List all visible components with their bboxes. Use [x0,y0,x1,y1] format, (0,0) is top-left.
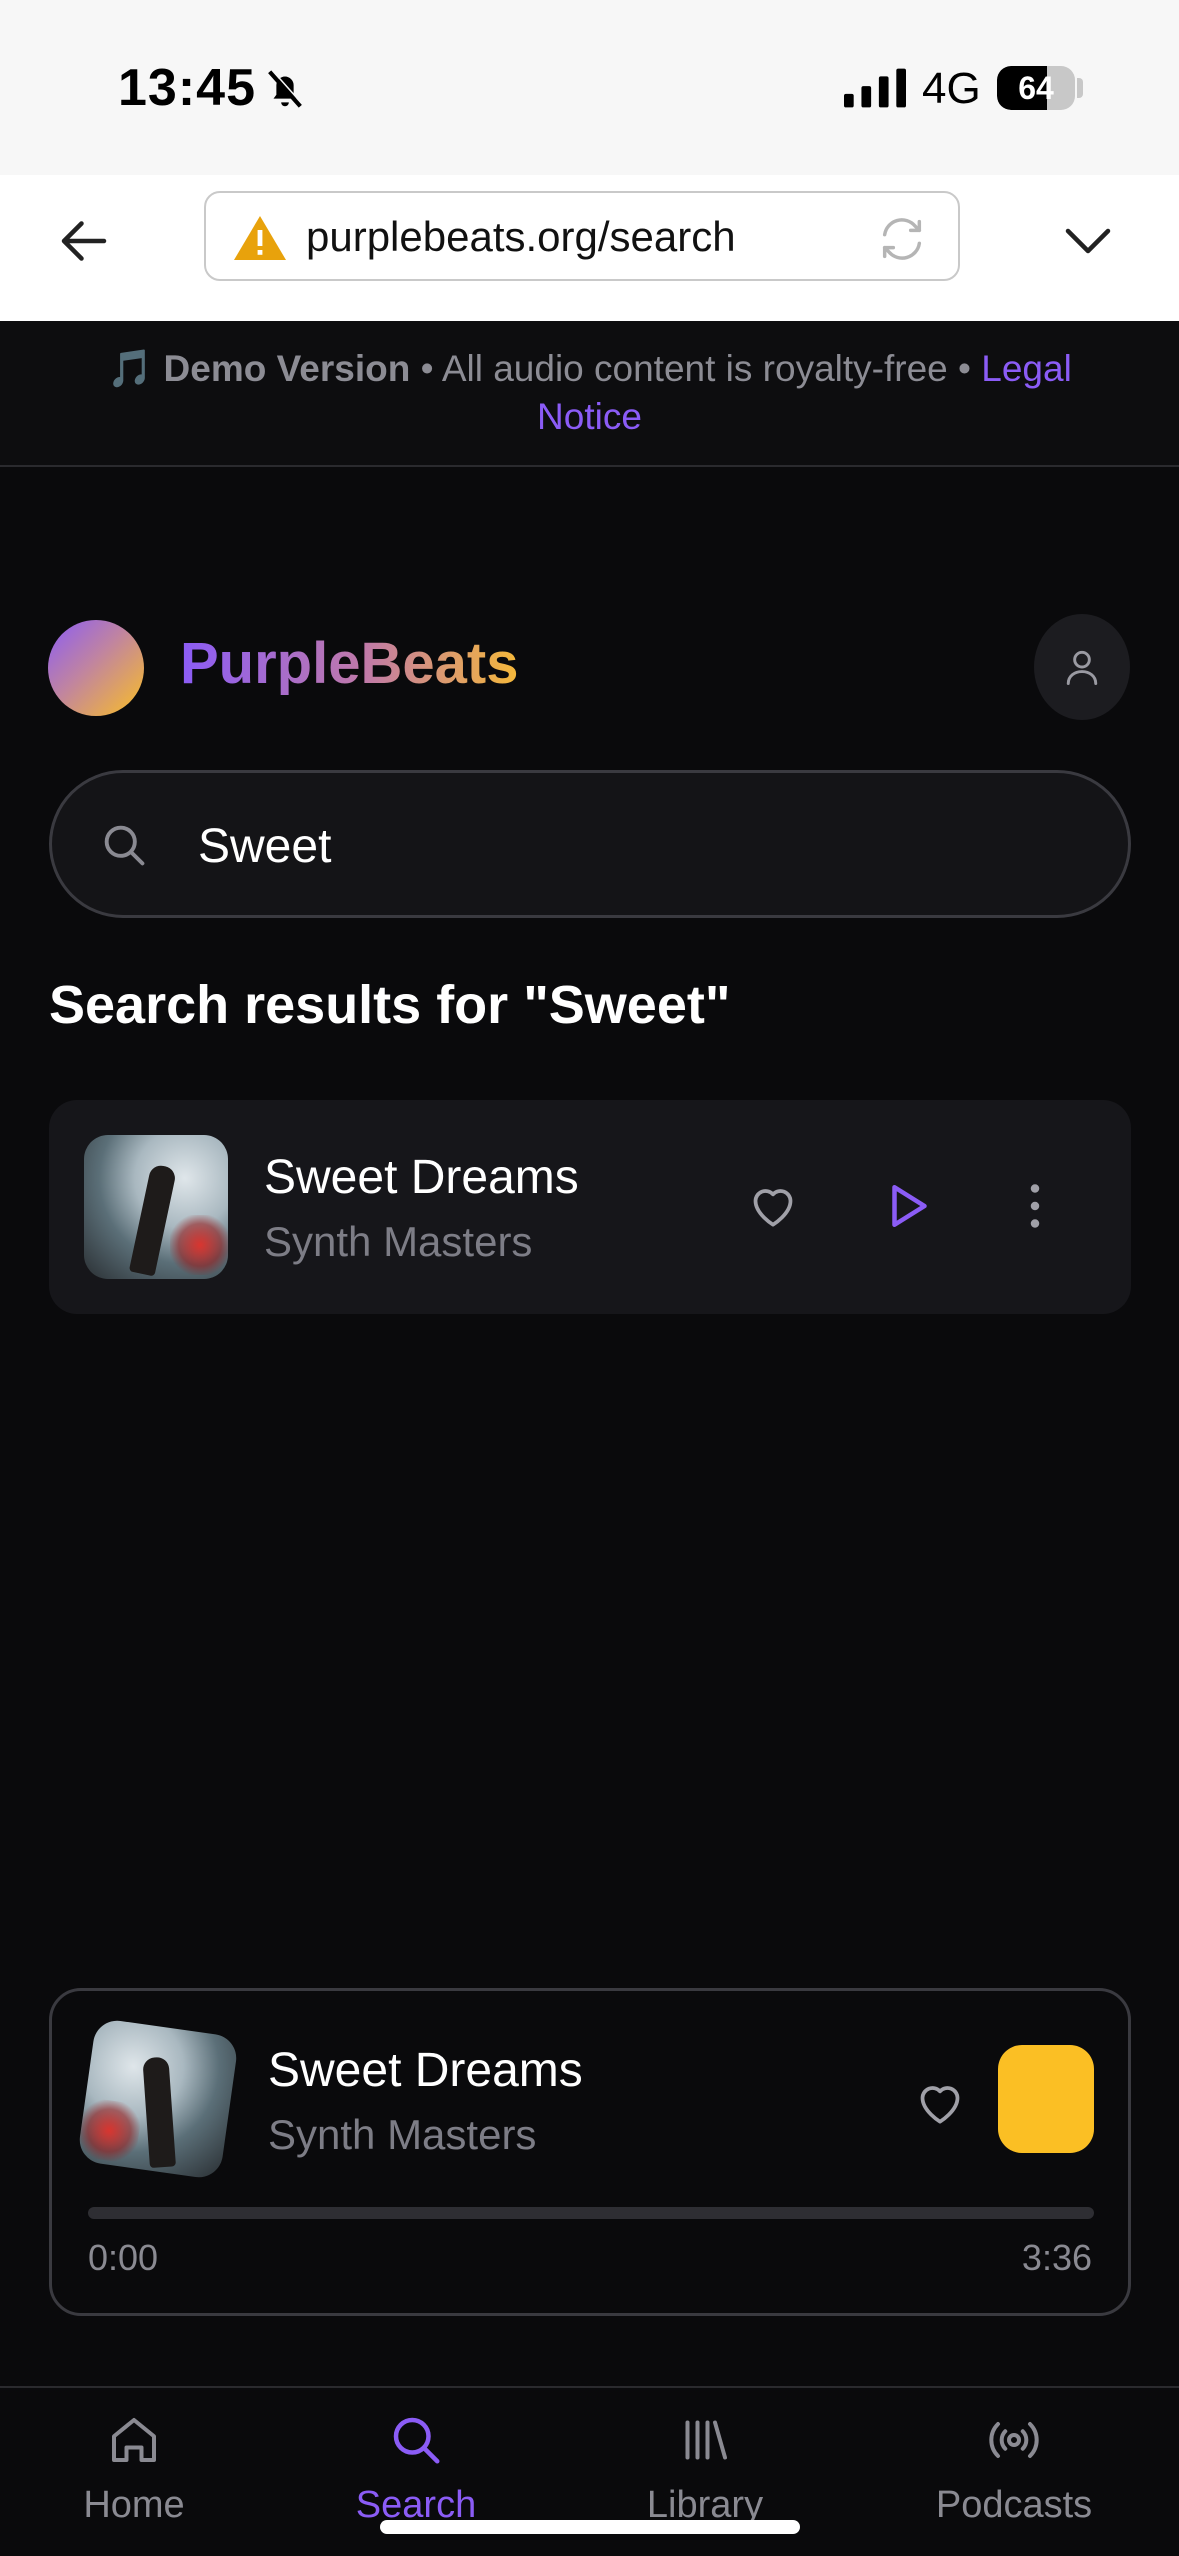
current-time: 0:00 [88,2237,159,2278]
banner-strong: Demo Version [163,348,411,389]
search-icon [393,2417,440,2464]
heart-icon[interactable] [745,1178,801,1234]
logo-icon[interactable] [48,620,144,716]
more-options-icon[interactable] [1005,1176,1065,1236]
nav-item-home[interactable]: Home [14,2388,254,2556]
home-indicator [380,2520,800,2534]
banner-separator: • [420,348,434,389]
music-note-icon: 🎵 [107,348,154,389]
browser-bar: purplebeats.org/search [0,175,1179,321]
chevron-down-icon[interactable] [1058,211,1118,271]
profile-button[interactable] [1034,614,1130,720]
warning-icon [234,216,286,260]
signal-icon [844,68,906,108]
banner-text: All audio content is royalty-free [441,348,948,389]
reload-icon[interactable] [876,213,928,265]
search-input[interactable]: Sweet [49,770,1131,918]
brand-name[interactable]: PurpleBeats [180,630,518,697]
status-bar: 13:45 4G 64 [0,0,1179,175]
heart-icon[interactable] [912,2075,968,2131]
nav-label-home: Home [83,2484,185,2526]
search-icon [104,825,145,866]
album-art [84,1135,228,1279]
library-icon [685,2420,727,2460]
progress-bar[interactable] [88,2207,1094,2219]
user-icon [1066,650,1098,685]
player-artist: Synth Masters [268,2111,537,2158]
bell-muted-icon [268,69,304,108]
result-artist: Synth Masters [264,1218,533,1265]
back-arrow-icon[interactable] [54,211,114,271]
nav-item-podcasts[interactable]: Podcasts [894,2388,1134,2556]
nav-label-podcasts: Podcasts [935,2484,1093,2526]
url-field[interactable]: purplebeats.org/search [204,191,960,281]
player-album-art [76,2017,240,2181]
play-icon[interactable] [877,1176,937,1236]
battery-cap [1077,78,1083,98]
total-time: 3:36 [1021,2237,1092,2278]
banner-separator: • [958,348,971,389]
battery-level: 64 [1018,69,1054,106]
results-title: Search results for "Sweet" [49,975,731,1035]
podcasts-icon [989,2422,1039,2458]
play-pause-button[interactable] [998,2045,1094,2153]
result-item[interactable]: Sweet Dreams Synth Masters [49,1100,1131,1314]
url-text: purplebeats.org/search [306,213,736,260]
battery-icon: 64 [997,66,1075,110]
player-title: Sweet Dreams [268,2044,583,2097]
home-icon [112,2418,156,2462]
mini-player[interactable]: Sweet Dreams Synth Masters 0:00 3:36 [49,1988,1131,2316]
status-time: 13:45 [118,59,256,117]
search-value: Sweet [198,820,332,873]
network-label: 4G [922,64,981,113]
demo-banner: 🎵 Demo Version • All audio content is ro… [0,321,1179,467]
result-title: Sweet Dreams [264,1151,579,1204]
